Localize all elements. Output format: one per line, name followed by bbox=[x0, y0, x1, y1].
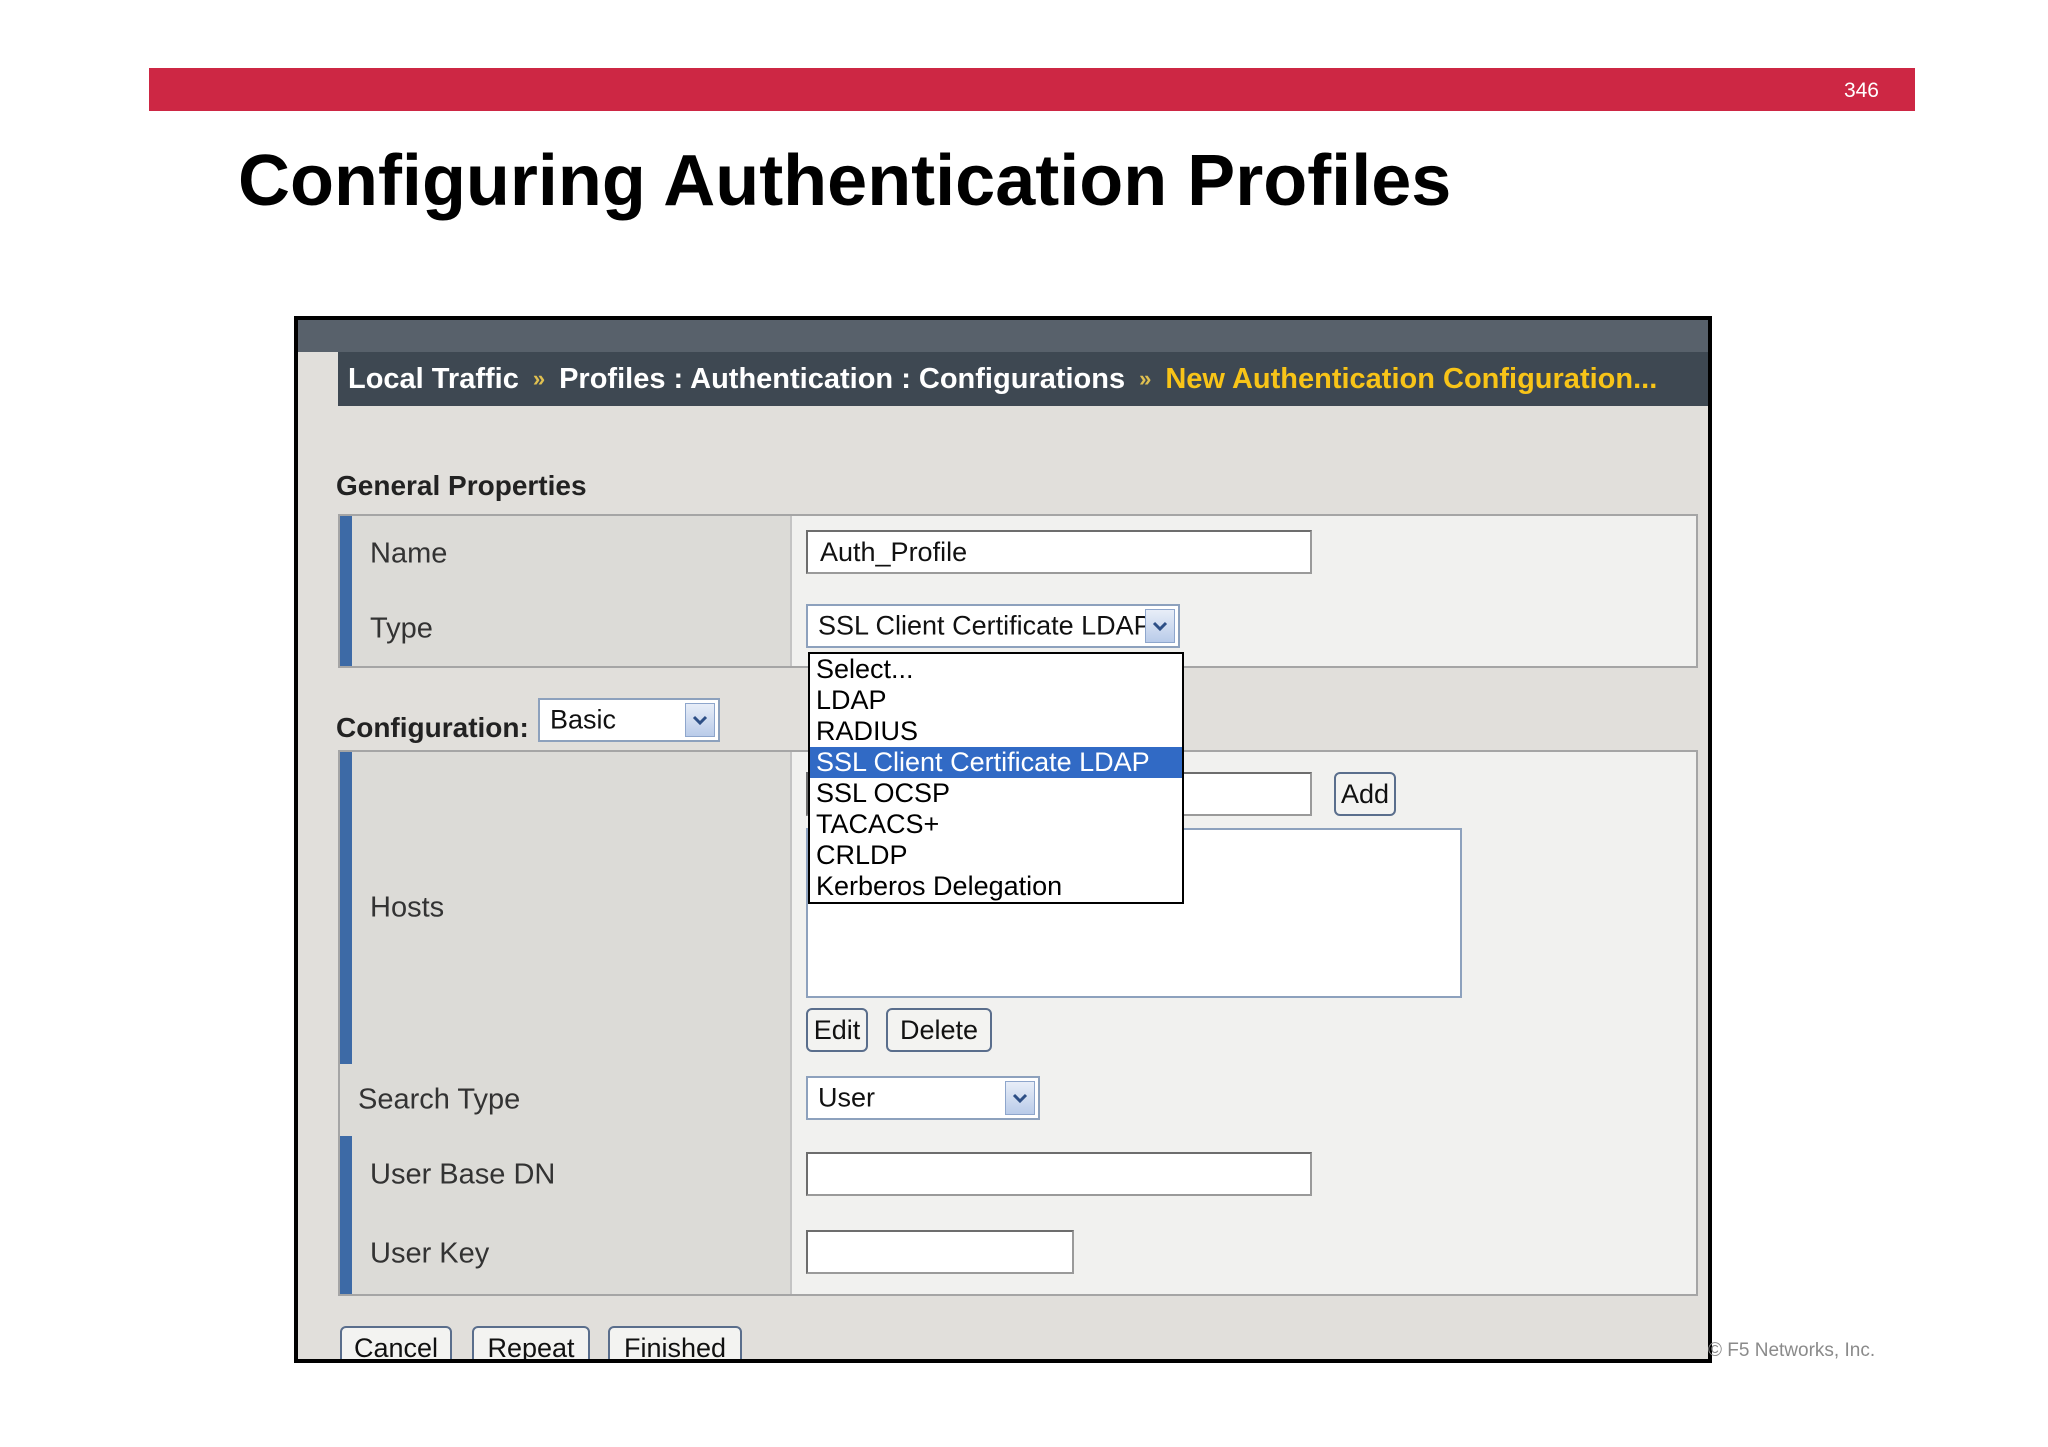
configuration-label: Configuration: bbox=[336, 712, 529, 743]
delete-host-button[interactable]: Delete bbox=[886, 1008, 992, 1052]
configuration-mode-select[interactable]: Basic bbox=[538, 698, 720, 742]
slide-number: 346 bbox=[1843, 79, 1879, 102]
type-option[interactable]: CRLDP bbox=[810, 840, 1182, 871]
hosts-label-cell: Hosts bbox=[340, 752, 792, 1064]
search-type-value-cell: User bbox=[792, 1064, 1696, 1136]
user-base-dn-value-cell bbox=[792, 1136, 1696, 1214]
type-option[interactable]: SSL Client Certificate LDAP bbox=[810, 747, 1182, 778]
type-option[interactable]: TACACS+ bbox=[810, 809, 1182, 840]
slide-title: Configuring Authentication Profiles bbox=[238, 141, 1452, 221]
chevron-down-icon[interactable] bbox=[1005, 1081, 1035, 1115]
search-type-label-cell: Search Type bbox=[340, 1064, 792, 1136]
type-option[interactable]: LDAP bbox=[810, 685, 1182, 716]
finished-button[interactable]: Finished bbox=[608, 1326, 742, 1359]
edit-host-button[interactable]: Edit bbox=[806, 1008, 868, 1052]
type-label-cell: Type bbox=[340, 592, 792, 666]
general-properties-table: Name Auth_Profile Type SSL Client Certif… bbox=[338, 514, 1698, 668]
hosts-label: Hosts bbox=[370, 891, 445, 924]
breadcrumb: Local Traffic » Profiles : Authenticatio… bbox=[338, 352, 1708, 406]
double-chevron-right-icon: » bbox=[1139, 366, 1152, 391]
add-host-button[interactable]: Add bbox=[1334, 772, 1396, 816]
search-type-label: Search Type bbox=[358, 1083, 521, 1116]
header-bar: 346 bbox=[149, 68, 1915, 111]
chevron-down-icon[interactable] bbox=[685, 703, 715, 737]
user-base-dn-input[interactable] bbox=[806, 1152, 1312, 1196]
top-strip bbox=[298, 320, 1708, 352]
breadcrumb-profiles[interactable]: Profiles : Authentication : Configuratio… bbox=[559, 363, 1125, 396]
double-chevron-right-icon: » bbox=[532, 366, 546, 391]
user-key-input[interactable] bbox=[806, 1230, 1074, 1274]
name-value-cell: Auth_Profile bbox=[792, 516, 1696, 592]
user-key-label-cell: User Key bbox=[340, 1214, 792, 1294]
search-type-row: Search Type User bbox=[340, 1064, 1696, 1138]
type-option[interactable]: Select... bbox=[810, 654, 1182, 685]
cancel-button[interactable]: Cancel bbox=[340, 1326, 452, 1359]
name-input[interactable]: Auth_Profile bbox=[806, 530, 1312, 574]
breadcrumb-local-traffic[interactable]: Local Traffic bbox=[348, 363, 519, 396]
type-option[interactable]: RADIUS bbox=[810, 716, 1182, 747]
configuration-mode-value: Basic bbox=[550, 704, 617, 735]
screenshot-frame: Local Traffic » Profiles : Authenticatio… bbox=[294, 316, 1712, 1363]
name-label: Name bbox=[370, 537, 448, 570]
user-key-row: User Key bbox=[340, 1214, 1696, 1294]
type-select-value: SSL Client Certificate LDAP bbox=[818, 610, 1152, 641]
user-base-dn-row: User Base DN bbox=[340, 1136, 1696, 1216]
search-type-select[interactable]: User bbox=[806, 1076, 1040, 1120]
name-row: Name Auth_Profile bbox=[340, 516, 1696, 594]
breadcrumb-current: New Authentication Configuration... bbox=[1165, 362, 1658, 395]
name-label-cell: Name bbox=[340, 516, 792, 592]
user-key-label: User Key bbox=[370, 1237, 490, 1270]
general-properties-heading: General Properties bbox=[336, 470, 587, 501]
type-select[interactable]: SSL Client Certificate LDAP bbox=[806, 604, 1180, 648]
type-option[interactable]: Kerberos Delegation bbox=[810, 871, 1182, 902]
user-base-dn-label: User Base DN bbox=[370, 1158, 556, 1191]
repeat-button[interactable]: Repeat bbox=[472, 1326, 590, 1359]
user-key-value-cell bbox=[792, 1214, 1696, 1294]
chevron-down-icon[interactable] bbox=[1145, 609, 1175, 643]
type-option[interactable]: SSL OCSP bbox=[810, 778, 1182, 809]
search-type-value: User bbox=[818, 1082, 876, 1113]
copyright-footer: © F5 Networks, Inc. bbox=[1708, 1340, 1876, 1361]
type-dropdown-list[interactable]: Select... LDAP RADIUS SSL Client Certificat… bbox=[808, 652, 1184, 904]
type-label: Type bbox=[370, 612, 433, 645]
user-base-dn-label-cell: User Base DN bbox=[340, 1136, 792, 1214]
